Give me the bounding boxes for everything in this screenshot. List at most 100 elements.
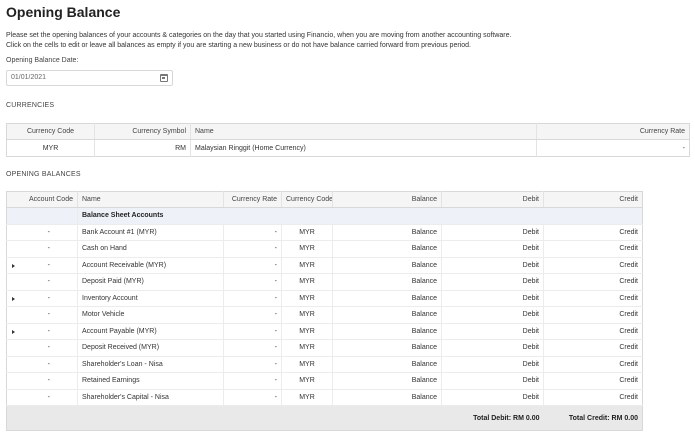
col-currency-symbol[interactable]: Currency Symbol (94, 123, 191, 140)
col-currency-code[interactable]: Currency Code (281, 191, 333, 208)
balance-cell[interactable]: Balance (332, 273, 442, 291)
credit-cell[interactable]: Credit (543, 306, 643, 324)
credit-cell[interactable]: Credit (543, 356, 643, 373)
currencies-section-label: CURRENCIES (6, 102, 55, 109)
currency-rate-cell[interactable]: - (223, 224, 282, 241)
debit-cell[interactable]: Debit (441, 290, 544, 307)
balance-cell[interactable]: Balance (332, 323, 442, 340)
account-name-cell: Bank Account #1 (MYR) (77, 224, 224, 241)
account-code-cell[interactable]: - (6, 224, 78, 241)
opening-balances-table: Account Code Name Currency Rate Currency… (6, 191, 643, 431)
account-code-cell[interactable]: - (6, 356, 78, 373)
account-name-cell: Deposit Paid (MYR) (77, 273, 224, 291)
currency-rate-cell[interactable]: - (223, 290, 282, 307)
total-credit: Total Credit: RM 0.00 (543, 405, 643, 431)
col-account-name[interactable]: Name (77, 191, 224, 208)
currency-rate-cell[interactable]: - (223, 356, 282, 373)
balance-cell[interactable]: Balance (332, 339, 442, 357)
debit-cell[interactable]: Debit (441, 323, 544, 340)
page-title: Opening Balance (6, 4, 121, 20)
account-code-cell[interactable]: - (6, 273, 78, 291)
currency-rate-cell[interactable]: - (223, 323, 282, 340)
currency-code-cell: MYR (281, 339, 333, 357)
account-code-value: - (47, 360, 50, 368)
account-code-cell[interactable]: - (6, 339, 78, 357)
credit-cell[interactable]: Credit (543, 389, 643, 406)
account-code-cell[interactable]: - (6, 240, 78, 258)
expand-arrow-icon[interactable] (12, 296, 15, 301)
currency-rate-cell[interactable]: - (223, 240, 282, 258)
credit-cell[interactable]: Credit (543, 273, 643, 291)
debit-cell[interactable]: Debit (441, 224, 544, 241)
col-currency-rate[interactable]: Currency Rate (536, 123, 690, 140)
col-balance[interactable]: Balance (332, 191, 442, 208)
col-currency-rate[interactable]: Currency Rate (223, 191, 282, 208)
account-row: - Shareholder's Loan - Nisa - MYR Balance Deb… (6, 356, 643, 373)
account-name-cell: Account Payable (MYR) (77, 323, 224, 340)
credit-cell[interactable]: Credit (543, 323, 643, 340)
col-currency-code[interactable]: Currency Code (6, 123, 95, 140)
debit-cell[interactable]: Debit (441, 356, 544, 373)
credit-cell[interactable]: Credit (543, 224, 643, 241)
account-code-value: - (47, 278, 50, 285)
credit-cell[interactable]: Credit (543, 290, 643, 307)
expand-arrow-icon[interactable] (12, 329, 15, 334)
debit-cell[interactable]: Debit (441, 240, 544, 258)
balance-cell[interactable]: Balance (332, 224, 442, 241)
account-row: - Inventory Account - MYR Balance Debit Credit (6, 290, 643, 307)
account-row: - Account Receivable (MYR) - MYR Balance Debi… (6, 257, 643, 274)
balance-cell[interactable]: Balance (332, 356, 442, 373)
balance-cell[interactable]: Balance (332, 240, 442, 258)
account-name-cell: Inventory Account (77, 290, 224, 307)
account-name-cell: Account Receivable (MYR) (77, 257, 224, 274)
calendar-icon[interactable] (160, 74, 168, 82)
credit-cell[interactable]: Credit (543, 257, 643, 274)
credit-cell[interactable]: Credit (543, 339, 643, 357)
debit-cell[interactable]: Debit (441, 273, 544, 291)
opening-date-field[interactable] (6, 70, 173, 86)
currencies-table: Currency Code Currency Symbol Name Curre… (6, 123, 690, 157)
opening-date-input[interactable] (11, 74, 151, 81)
balance-cell[interactable]: Balance (332, 257, 442, 274)
col-credit[interactable]: Credit (543, 191, 643, 208)
currency-rate-cell[interactable]: - (223, 339, 282, 357)
debit-cell[interactable]: Debit (441, 306, 544, 324)
account-name-cell: Cash on Hand (77, 240, 224, 258)
col-currency-name[interactable]: Name (190, 123, 537, 140)
account-code-cell[interactable]: - (6, 306, 78, 324)
currency-rate-cell[interactable]: - (223, 306, 282, 324)
account-code-value: - (47, 344, 50, 351)
currency-rate-cell[interactable]: - (537, 140, 690, 157)
debit-cell[interactable]: Debit (441, 372, 544, 390)
account-name-cell: Deposit Received (MYR) (77, 339, 224, 357)
group-label: Balance Sheet Accounts (77, 207, 643, 225)
balance-cell[interactable]: Balance (332, 372, 442, 390)
currency-rate-cell[interactable]: - (223, 372, 282, 390)
account-code-cell[interactable]: - (6, 323, 78, 340)
currency-rate-cell[interactable]: - (223, 273, 282, 291)
account-code-cell[interactable]: - (6, 372, 78, 390)
currency-code-cell: MYR (281, 273, 333, 291)
account-code-cell[interactable]: - (6, 257, 78, 274)
debit-cell[interactable]: Debit (441, 339, 544, 357)
balance-cell[interactable]: Balance (332, 389, 442, 406)
debit-cell[interactable]: Debit (441, 389, 544, 406)
credit-cell[interactable]: Credit (543, 372, 643, 390)
currency-rate-cell[interactable]: - (223, 257, 282, 274)
intro-text: Please set the opening balances of your … (6, 31, 666, 50)
credit-cell[interactable]: Credit (543, 240, 643, 258)
currency-name-cell: Malaysian Ringgit (Home Currency) (190, 139, 537, 157)
account-code-cell[interactable]: - (6, 389, 78, 406)
currency-rate-cell[interactable]: - (223, 389, 282, 406)
debit-cell[interactable]: Debit (441, 257, 544, 274)
col-debit[interactable]: Debit (441, 191, 544, 208)
expand-arrow-icon[interactable] (12, 263, 15, 268)
intro-line-2: Click on the cells to edit or leave all … (6, 41, 471, 49)
account-row: - Deposit Received (MYR) - MYR Balance Debit C… (6, 339, 643, 357)
col-account-code[interactable]: Account Code (6, 191, 78, 208)
balance-cell[interactable]: Balance (332, 290, 442, 307)
account-code-cell[interactable]: - (6, 290, 78, 307)
balance-cell[interactable]: Balance (332, 306, 442, 324)
account-row: - Cash on Hand - MYR Balance Debit Credit (6, 240, 643, 258)
currency-row: MYR RM Malaysian Ringgit (Home Currency) - (6, 139, 690, 157)
